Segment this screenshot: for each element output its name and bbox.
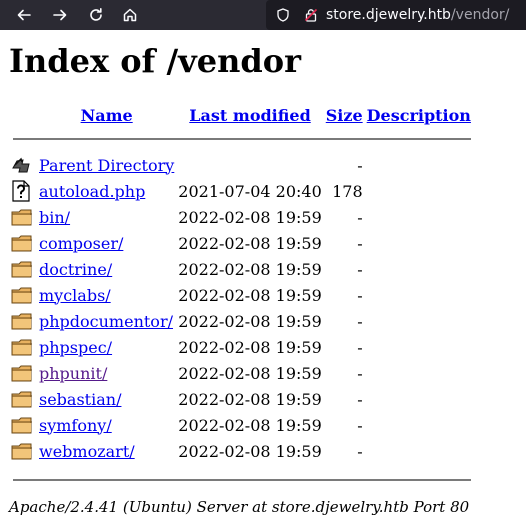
page-title: Index of /vendor (9, 42, 301, 80)
forward-button[interactable] (50, 5, 70, 25)
entry-link[interactable]: phpunit/ (39, 364, 107, 383)
entry-date: 2022-02-08 19:59 (178, 311, 322, 331)
entry-link[interactable]: composer/ (39, 234, 123, 253)
entry-date: 2022-02-08 19:59 (178, 415, 322, 435)
entry-date: 2022-02-08 19:59 (178, 259, 322, 279)
size-header: Size (324, 104, 365, 126)
sort-by-date-link[interactable]: Last modified (189, 106, 310, 125)
folder-icon (11, 235, 32, 252)
entry-date: 2022-02-08 19:59 (178, 363, 322, 383)
url-path: /vendor/ (450, 7, 510, 23)
sort-by-description-link[interactable]: Description (367, 106, 471, 125)
sort-by-name-link[interactable]: Name (81, 106, 133, 125)
back-button[interactable] (14, 5, 34, 25)
reload-button[interactable] (86, 5, 106, 25)
list-item: symfony/2022-02-08 19:59 - (9, 412, 473, 438)
url-bar[interactable]: store.djewelry.htb/vendor/ (266, 0, 526, 30)
entry-size: - (357, 207, 363, 227)
header-row: Name Last modified Size Description (9, 104, 473, 126)
entry-date: 2022-02-08 19:59 (178, 389, 322, 409)
sort-by-size-link[interactable]: Size (326, 106, 363, 125)
parent-size: - (357, 155, 363, 175)
reload-icon (90, 8, 102, 21)
list-item: myclabs/2022-02-08 19:59 - (9, 282, 473, 308)
server-signature: Apache/2.4.41 (Ubuntu) Server at store.d… (9, 498, 470, 516)
list-item: phpspec/2022-02-08 19:59 - (9, 334, 473, 360)
home-icon (123, 8, 137, 22)
separator-row (9, 126, 473, 152)
list-item: sebastian/2022-02-08 19:59 - (9, 386, 473, 412)
entry-link[interactable]: doctrine/ (39, 260, 112, 279)
folder-icon (11, 339, 32, 356)
entry-date: 2021-07-04 20:40 (178, 181, 322, 201)
entry-date: 2022-02-08 19:59 (178, 285, 322, 305)
entry-link[interactable]: webmozart/ (39, 442, 135, 461)
parent-directory-row: Parent Directory - (9, 152, 473, 178)
folder-icon (11, 261, 32, 278)
folder-icon (11, 287, 32, 304)
folder-icon (11, 391, 32, 408)
entry-link[interactable]: phpspec/ (39, 338, 112, 357)
entry-size: - (357, 415, 363, 435)
entry-link[interactable]: bin/ (39, 208, 70, 227)
entry-size: - (357, 285, 363, 305)
url-host: store.djewelry.htb (326, 7, 451, 23)
list-item: bin/2022-02-08 19:59 - (9, 204, 473, 230)
entry-size: - (357, 389, 363, 409)
entry-date: 2022-02-08 19:59 (178, 337, 322, 357)
entry-link[interactable]: sebastian/ (39, 390, 121, 409)
arrow-left-icon (17, 9, 31, 21)
arrow-right-icon (53, 9, 67, 21)
list-item: composer/2022-02-08 19:59 - (9, 230, 473, 256)
separator-line (13, 479, 471, 481)
entry-size: - (357, 311, 363, 331)
description-header: Description (365, 104, 473, 126)
entry-size: - (357, 363, 363, 383)
insecure-lock-icon[interactable] (304, 8, 318, 22)
entry-size: - (357, 259, 363, 279)
entry-link[interactable]: phpdocumentor/ (39, 312, 173, 331)
folder-icon (11, 365, 32, 382)
last-modified-header: Last modified (176, 104, 323, 126)
page-content: Index of /vendor Name Last modified Size… (0, 30, 526, 516)
entry-link[interactable]: myclabs/ (39, 286, 111, 305)
list-item: phpunit/2022-02-08 19:59 - (9, 360, 473, 386)
directory-listing: Name Last modified Size Description Pare… (9, 104, 473, 490)
list-item: phpdocumentor/2022-02-08 19:59 - (9, 308, 473, 334)
list-item: webmozart/2022-02-08 19:59 - (9, 438, 473, 464)
entry-link[interactable]: autoload.php (39, 182, 145, 201)
home-button[interactable] (120, 5, 140, 25)
list-item: autoload.php 2021-07-04 20:40 178 (9, 178, 473, 204)
parent-directory-icon (12, 157, 30, 173)
entry-size: - (357, 337, 363, 357)
folder-icon (11, 209, 32, 226)
separator-line (13, 138, 471, 140)
entry-date: 2022-02-08 19:59 (178, 207, 322, 227)
url-text[interactable]: store.djewelry.htb/vendor/ (326, 7, 509, 23)
separator-row-bottom (9, 464, 473, 490)
entry-link[interactable]: symfony/ (39, 416, 112, 435)
browser-toolbar: store.djewelry.htb/vendor/ (0, 0, 526, 30)
entry-size: - (357, 233, 363, 253)
folder-icon (11, 313, 32, 330)
name-header: Name (37, 104, 176, 126)
entry-size: - (357, 441, 363, 461)
folder-icon (11, 417, 32, 434)
file-unknown-icon (12, 180, 30, 202)
icon-header (9, 104, 37, 126)
entry-size: 178 (332, 181, 363, 201)
shield-icon[interactable] (276, 8, 290, 22)
entry-date: 2022-02-08 19:59 (178, 233, 322, 253)
entry-date: 2022-02-08 19:59 (178, 441, 322, 461)
parent-directory-link[interactable]: Parent Directory (39, 156, 174, 175)
folder-icon (11, 443, 32, 460)
list-item: doctrine/2022-02-08 19:59 - (9, 256, 473, 282)
